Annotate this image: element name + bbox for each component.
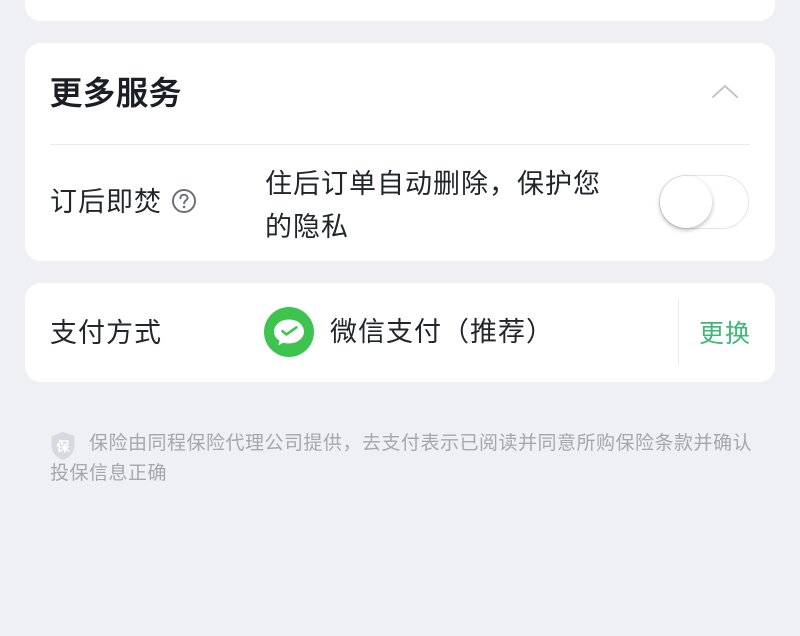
wechat-pay-icon xyxy=(264,307,314,357)
payment-method-label: 支付方式 xyxy=(50,318,162,349)
burn-after-booking-label: 订后即焚 xyxy=(50,187,162,218)
shield-glyph: 保 xyxy=(55,439,70,455)
section-divider xyxy=(50,144,750,145)
previous-card xyxy=(25,0,775,21)
burn-after-booking-toggle[interactable] xyxy=(659,175,749,229)
section-title: 更多服务 xyxy=(50,74,183,112)
toggle-knob xyxy=(660,175,712,228)
payment-divider xyxy=(678,299,679,365)
insurance-notice: 保 保险由同程保险代理公司提供，去支付表示已阅读并同意所购保险条款并确认投保信息… xyxy=(50,428,755,488)
question-circle-icon[interactable] xyxy=(171,188,197,214)
change-payment-button[interactable]: 更换 xyxy=(699,316,751,352)
insurance-shield-icon: 保 xyxy=(51,432,75,460)
payment-method-value: 微信支付（推荐） xyxy=(330,317,554,348)
more-services-card: 更多服务 订后即焚 住后订单自动删除，保护您的隐私 xyxy=(25,43,775,261)
chevron-up-icon[interactable] xyxy=(711,81,739,101)
burn-after-booking-description: 住后订单自动删除，保护您的隐私 xyxy=(265,169,601,243)
payment-card: 支付方式 微信支付（推荐） 更换 xyxy=(25,283,775,382)
insurance-notice-text: 保险由同程保险代理公司提供，去支付表示已阅读并同意所购保险条款并确认投保信息正确 xyxy=(50,432,753,484)
